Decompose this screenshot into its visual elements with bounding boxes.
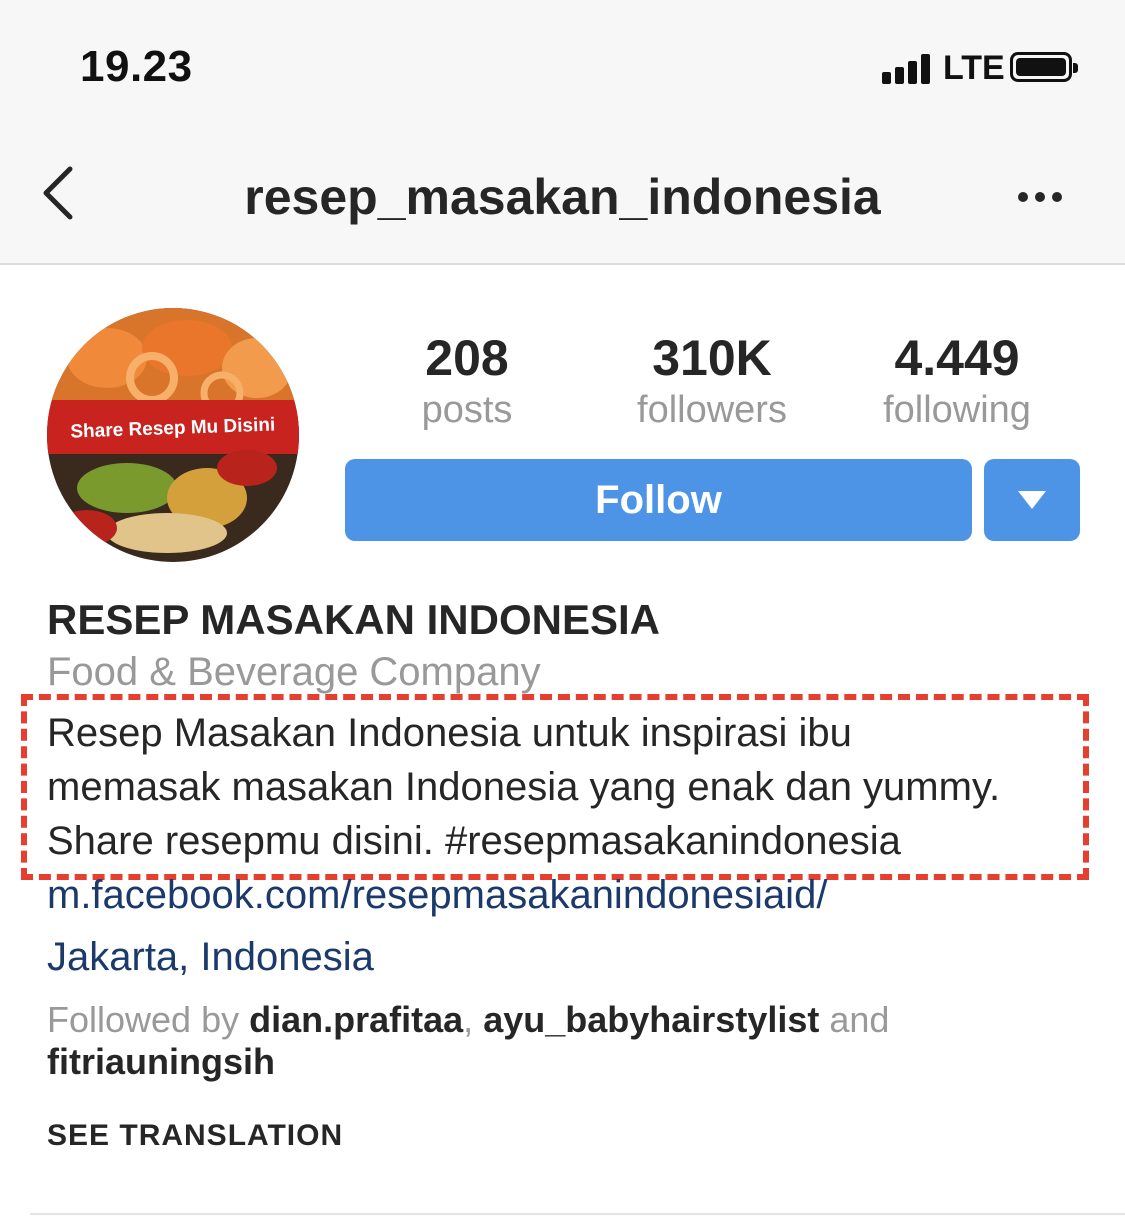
suggested-dropdown-button[interactable] bbox=[984, 459, 1080, 541]
posts-count: 208 bbox=[425, 330, 509, 386]
avatar[interactable]: Share Resep Mu Disini bbox=[47, 308, 299, 562]
followed-by: Followed by dian.prafitaa, ayu_babyhairs… bbox=[47, 999, 1087, 1083]
bio-highlight-box bbox=[21, 694, 1089, 880]
see-translation-button[interactable]: SEE TRANSLATION bbox=[47, 1119, 343, 1153]
following-stat[interactable]: 4.449 following bbox=[837, 328, 1077, 432]
more-options-icon[interactable] bbox=[1010, 182, 1070, 212]
location-link[interactable]: Jakarta, Indonesia bbox=[47, 935, 374, 980]
followed-by-and: and bbox=[829, 999, 890, 1040]
followers-stat[interactable]: 310K followers bbox=[592, 328, 832, 432]
profile-category: Food & Beverage Company bbox=[47, 650, 541, 694]
posts-label: posts bbox=[421, 389, 513, 431]
profile-username-title: resep_masakan_indonesia bbox=[244, 169, 881, 225]
divider bbox=[30, 1213, 1125, 1215]
following-count: 4.449 bbox=[894, 330, 1020, 386]
follower-link[interactable]: dian.prafitaa bbox=[249, 999, 463, 1040]
posts-stat[interactable]: 208 posts bbox=[347, 328, 587, 432]
followers-label: followers bbox=[637, 389, 787, 431]
follow-button[interactable]: Follow bbox=[345, 459, 972, 541]
chevron-down-icon bbox=[1018, 491, 1046, 509]
top-bar: 19.23 LTE resep_masakan_indonesia bbox=[0, 0, 1125, 265]
website-link[interactable]: m.facebook.com/resepmasakanindonesiaid/ bbox=[47, 873, 827, 918]
following-label: following bbox=[883, 389, 1031, 431]
battery-icon bbox=[1010, 52, 1078, 82]
follower-link[interactable]: ayu_babyhairstylist bbox=[483, 999, 819, 1040]
follower-link[interactable]: fitriauningsih bbox=[47, 1041, 275, 1082]
profile-display-name: RESEP MASAKAN INDONESIA bbox=[47, 596, 660, 643]
signal-icon bbox=[882, 52, 936, 84]
status-time: 19.23 bbox=[80, 42, 193, 91]
followers-count: 310K bbox=[652, 330, 772, 386]
followed-by-prefix: Followed by bbox=[47, 999, 240, 1040]
network-label: LTE bbox=[943, 49, 1005, 87]
separator: , bbox=[463, 999, 474, 1040]
